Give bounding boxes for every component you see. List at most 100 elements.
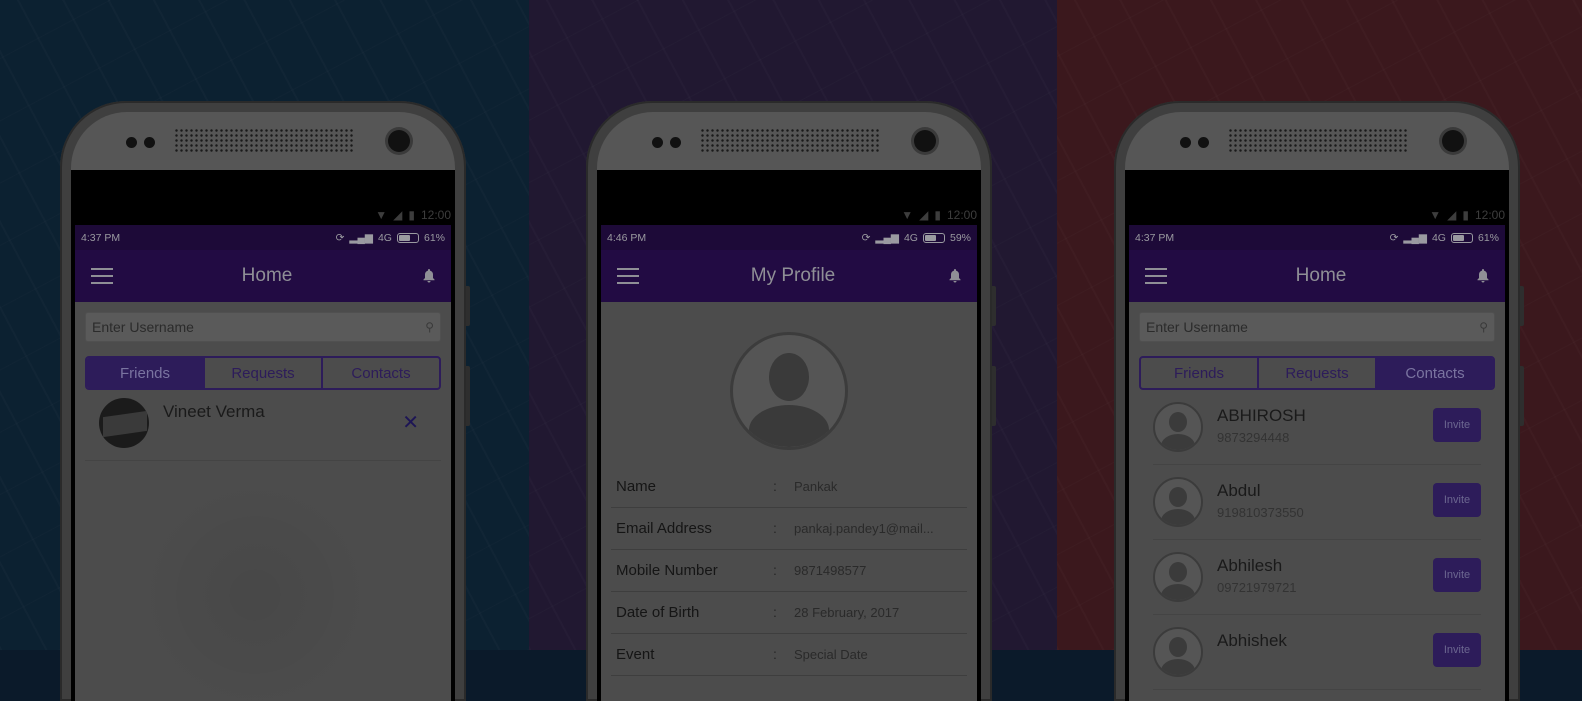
field-value: pankaj.pandey1@mail... — [794, 521, 934, 536]
phone-status-bar: ▼ ◢ ▮ 12:00 — [1129, 205, 1505, 225]
sync-icon: ⟳ — [861, 231, 871, 244]
front-camera — [914, 130, 936, 152]
sensor-dots — [126, 137, 155, 148]
profile-row-email: Email Address : pankaj.pandey1@mail... — [611, 508, 967, 550]
battery-icon: ▮ — [1462, 208, 1469, 222]
tab-bar: Friends Requests Contacts — [1139, 356, 1495, 390]
field-value: Pankak — [794, 479, 838, 494]
app-screen: 4:37 PM ⟳ ▂▄▆ 4G 61% Home ⚲ Friends Requ… — [1129, 225, 1505, 701]
volume-button — [466, 286, 470, 326]
front-camera — [1442, 130, 1464, 152]
menu-icon[interactable] — [1145, 268, 1167, 284]
avatar — [1153, 477, 1203, 527]
search-icon[interactable]: ⚲ — [425, 320, 434, 334]
search-field: ⚲ — [85, 312, 441, 342]
bell-icon[interactable] — [947, 268, 963, 284]
volume-button — [1520, 286, 1524, 326]
field-separator: : — [773, 562, 777, 578]
phone-mockup-friends: ▼ ◢ ▮ 12:00 4:37 PM ⟳ ▂▄▆ 4G 61% Home ⚲ — [60, 101, 470, 701]
menu-icon[interactable] — [617, 268, 639, 284]
phone-clock: 12:00 — [420, 208, 451, 222]
field-value: 9871498577 — [794, 563, 867, 578]
battery-icon: ▮ — [408, 208, 415, 222]
volume-button — [992, 286, 996, 326]
tab-friends[interactable]: Friends — [87, 358, 205, 388]
tab-contacts[interactable]: Contacts — [1377, 358, 1493, 388]
speaker-grille — [700, 128, 880, 153]
bell-icon[interactable] — [421, 268, 437, 284]
contact-name: Abhishek — [1217, 631, 1287, 650]
tab-requests[interactable]: Requests — [1259, 358, 1377, 388]
field-label: Date of Birth — [616, 604, 700, 621]
avatar — [1153, 627, 1203, 677]
field-label: Event — [616, 646, 655, 663]
phone-mockup-profile: ▼ ◢ ▮ 12:00 4:46 PM ⟳ ▂▄▆ 4G 59% My Prof… — [586, 101, 996, 701]
tab-friends[interactable]: Friends — [1141, 358, 1259, 388]
network-type: 4G — [377, 231, 392, 244]
signal-icon: ▂▄▆ — [349, 231, 373, 244]
invite-button[interactable]: Invite — [1433, 408, 1481, 442]
avatar — [1153, 402, 1203, 452]
signal-icon: ▂▄▆ — [1403, 231, 1427, 244]
network-type: 4G — [903, 231, 918, 244]
profile-row-dob: Date of Birth : 28 February, 2017 — [611, 592, 967, 634]
search-field: ⚲ — [1139, 312, 1495, 342]
contact-number: 09721979721 — [1217, 580, 1297, 595]
wifi-icon: ▼ — [375, 208, 388, 222]
invite-button[interactable]: Invite — [1433, 483, 1481, 517]
android-status-bar: 4:46 PM ⟳ ▂▄▆ 4G 59% — [601, 225, 977, 250]
tab-contacts[interactable]: Contacts — [323, 358, 439, 388]
search-icon[interactable]: ⚲ — [1479, 320, 1488, 334]
field-label: Mobile Number — [616, 562, 718, 579]
phone-clock: 12:00 — [946, 208, 977, 222]
page-title: My Profile — [750, 265, 836, 286]
speaker-grille — [174, 128, 354, 153]
signal-icon: ◢ — [1447, 208, 1457, 222]
contact-name: ABHIROSH — [1217, 406, 1306, 425]
profile-avatar[interactable] — [730, 332, 848, 450]
field-label: Email Address — [616, 520, 712, 537]
battery-icon — [396, 232, 419, 243]
android-status-bar: 4:37 PM ⟳ ▂▄▆ 4G 61% — [75, 225, 451, 250]
battery-icon — [1450, 232, 1473, 243]
contact-name: Abhilesh — [1217, 556, 1283, 575]
field-label: Name — [616, 478, 657, 495]
menu-icon[interactable] — [91, 268, 113, 284]
field-separator: : — [773, 646, 777, 662]
status-time: 4:46 PM — [607, 231, 647, 244]
invite-button[interactable]: Invite — [1433, 633, 1481, 667]
avatar — [1153, 552, 1203, 602]
background-watermark — [135, 475, 375, 701]
friend-list-item[interactable]: Vineet Verma ✕ — [85, 390, 441, 461]
app-screen: 4:37 PM ⟳ ▂▄▆ 4G 61% Home ⚲ Friends Requ… — [75, 225, 451, 701]
power-button — [1520, 366, 1524, 426]
page-title: Home — [1295, 265, 1347, 286]
close-icon[interactable]: ✕ — [402, 410, 419, 435]
field-value: Special Date — [794, 647, 868, 662]
network-type: 4G — [1431, 231, 1446, 244]
contact-number: 919810373550 — [1217, 505, 1304, 520]
battery-percent: 59% — [949, 231, 971, 244]
sensor-dots — [652, 137, 681, 148]
field-separator: : — [773, 520, 777, 536]
tab-bar: Friends Requests Contacts — [85, 356, 441, 390]
contact-list-item: Abdul 919810373550 Invite — [1153, 465, 1481, 540]
contact-name: Abdul — [1217, 481, 1261, 500]
search-input[interactable] — [92, 319, 372, 335]
sync-icon: ⟳ — [335, 231, 345, 244]
signal-icon: ▂▄▆ — [875, 231, 899, 244]
app-bar: Home — [1129, 250, 1505, 302]
wifi-icon: ▼ — [1429, 208, 1442, 222]
field-value: 28 February, 2017 — [794, 605, 900, 620]
status-time: 4:37 PM — [1135, 231, 1175, 244]
bell-icon[interactable] — [1475, 268, 1491, 284]
speaker-grille — [1228, 128, 1408, 153]
phone-clock: 12:00 — [1474, 208, 1505, 222]
signal-icon: ◢ — [393, 208, 403, 222]
app-bar: Home — [75, 250, 451, 302]
search-input[interactable] — [1146, 319, 1426, 335]
power-button — [466, 366, 470, 426]
sensor-dots — [1180, 137, 1209, 148]
invite-button[interactable]: Invite — [1433, 558, 1481, 592]
tab-requests[interactable]: Requests — [205, 358, 323, 388]
